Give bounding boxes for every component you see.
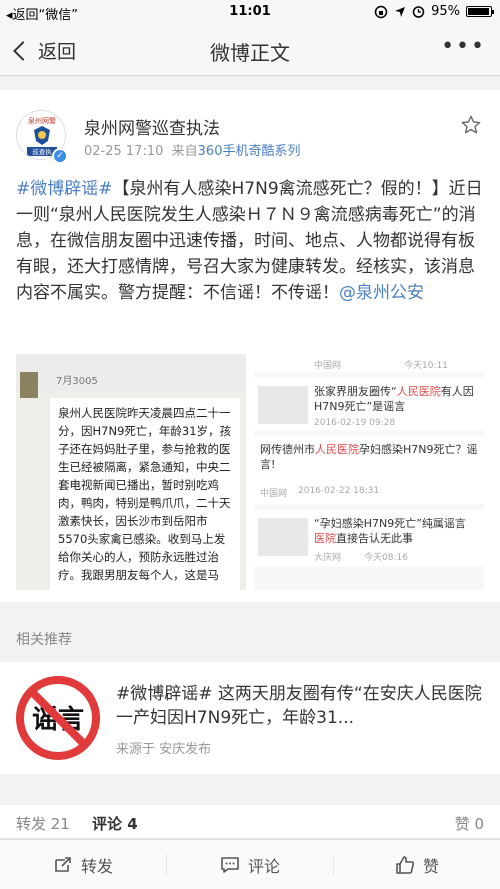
comment-label: 评论 — [247, 856, 280, 876]
post-meta: 02-25 17:10 来自360手机奇酷系列 — [84, 140, 300, 159]
repost-icon — [55, 856, 71, 872]
related-label: 相关推荐 — [16, 632, 72, 648]
news-title-text: 张家界朋友圈传“ — [314, 385, 397, 398]
status-right: 95% — [374, 4, 494, 19]
weibo-post: 泉州网警 巡查执 ✓ 泉州网警巡查执法 02-25 17:10 来自360手机奇… — [0, 90, 500, 602]
svg-text:泉州网警: 泉州网警 — [28, 116, 56, 125]
location-icon — [395, 6, 406, 17]
nav-bar: 返回 微博正文 ••• — [0, 24, 500, 76]
source-link[interactable]: 360手机奇酷系列 — [198, 144, 301, 159]
rumor-logo-icon: 谣言 — [16, 676, 100, 760]
news-item: 中国网 今天10:11 — [254, 354, 484, 372]
chat-avatar — [20, 372, 38, 398]
alarm-icon — [412, 6, 425, 18]
action-bar: 转发 评论 赞 — [0, 839, 500, 889]
related-text: #微博辟谣# 这两天朋友圈有传“在安庆人民医院一产妇因H7N9死亡，年龄31..… — [116, 684, 482, 728]
author-name[interactable]: 泉州网警巡查执法 — [84, 114, 220, 139]
like-count-tab[interactable]: 赞 0 — [455, 813, 484, 834]
svg-text:巡查执: 巡查执 — [32, 147, 52, 156]
screen-lock-icon — [374, 5, 388, 18]
battery-icon — [466, 6, 494, 17]
counts-bar: 转发 21 评论 4 赞 0 — [0, 805, 500, 839]
battery-fill — [468, 8, 489, 15]
chat-screenshot-image[interactable]: 7月3005 泉州人民医院昨天凌晨四点二十一分，因H7N9死亡，年龄31岁，孩子… — [16, 354, 246, 590]
like-button[interactable]: 赞 — [334, 840, 500, 889]
news-screenshot-image[interactable]: 中国网 今天10:11 张家界朋友圈传“人民医院有人因H7N9死亡”是谣言 20… — [254, 354, 484, 590]
news-title: 张家界朋友圈传“人民医院有人因H7N9死亡”是谣言 — [314, 384, 480, 414]
news-title-highlight: 医院 — [314, 532, 336, 545]
news-thumbnail — [258, 518, 308, 556]
status-bar: ◂返回“微信” 11:01 95% — [0, 0, 500, 24]
news-title-highlight: 人民医院 — [396, 385, 441, 398]
post-date: 02-25 17:10 — [84, 144, 164, 159]
news-title: 网传德州市人民医院孕妇感染H7N9死亡？谣言! — [260, 442, 480, 472]
news-time: 2016-02-19 09:28 — [314, 418, 396, 428]
page-title: 微博正文 — [210, 41, 290, 65]
repost-label: 转发 — [80, 856, 113, 876]
news-source: 大庆网 — [314, 553, 342, 563]
news-title-text: “孕妇感染H7N9死亡”纯属谣言 — [314, 517, 466, 530]
post-images: 7月3005 泉州人民医院昨天凌晨四点二十一分，因H7N9死亡，年龄31岁，孩子… — [16, 354, 484, 590]
more-button[interactable]: ••• — [441, 34, 486, 59]
news-item: “孕妇感染H7N9死亡”纯属谣言 医院直接告认无此事 大庆网 今天08:16 — [254, 510, 484, 566]
news-source: 中国网 — [314, 361, 342, 371]
comment-button[interactable]: 评论 — [167, 840, 333, 889]
hashtag-link[interactable]: #微博辟谣# — [16, 179, 113, 199]
repost-count-tab[interactable]: 转发 21 — [16, 813, 70, 834]
mention-link[interactable]: @泉州公安 — [339, 283, 424, 303]
repost-button[interactable]: 转发 — [0, 840, 166, 889]
news-title-text: 直接告认无此事 — [336, 532, 413, 545]
news-item: 网传德州市人民医院孕妇感染H7N9死亡？谣言! 中国网 2016-02-22 1… — [254, 436, 484, 504]
chat-date: 7月3005 — [56, 376, 98, 387]
news-time: 今天10:11 — [404, 361, 448, 371]
post-text: #微博辟谣#【泉州有人感染H7N9禽流感死亡？假的！】近日一则“泉州人民医院发生… — [16, 176, 490, 306]
news-time: 2016-02-22 18:31 — [298, 486, 380, 496]
news-item: 张家界朋友圈传“人民医院有人因H7N9死亡”是谣言 2016-02-19 09:… — [254, 378, 484, 430]
verified-badge-icon: ✓ — [52, 148, 68, 164]
news-source: 中国网 — [260, 489, 288, 499]
like-label: 赞 — [422, 856, 439, 876]
news-time: 今天08:16 — [364, 553, 408, 563]
battery-percent: 95% — [431, 4, 460, 19]
related-item[interactable]: 谣言 #微博辟谣# 这两天朋友圈有传“在安庆人民医院一产妇因H7N9死亡，年龄3… — [0, 662, 500, 774]
chat-header: 7月3005 — [16, 354, 246, 398]
news-title-highlight: 人民医院 — [315, 443, 359, 456]
comment-icon — [221, 856, 239, 873]
news-thumbnail — [258, 386, 308, 424]
related-source: 来源于 安庆发布 — [116, 742, 212, 757]
source-prefix: 来自 — [171, 144, 198, 159]
thumbs-up-icon — [396, 855, 415, 874]
comment-count-tab[interactable]: 评论 4 — [92, 813, 138, 834]
chat-bubble: 泉州人民医院昨天凌晨四点二十一分，因H7N9死亡，年龄31岁，孩子还在妈妈肚子里… — [50, 398, 240, 590]
star-icon[interactable] — [460, 114, 482, 136]
news-title: “孕妇感染H7N9死亡”纯属谣言 医院直接告认无此事 — [314, 516, 480, 546]
news-title-text: 网传德州市 — [260, 443, 315, 456]
